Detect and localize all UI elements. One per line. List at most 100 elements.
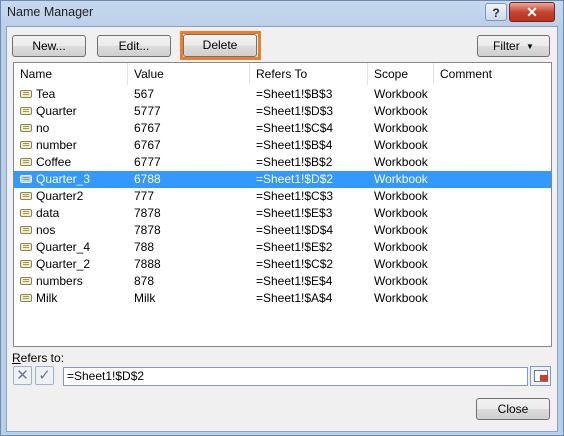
refers-to-cell: =Sheet1!$B$4	[256, 138, 333, 152]
defined-name-icon	[20, 107, 32, 115]
scope-cell: Workbook	[374, 104, 428, 118]
refers-to-cell: =Sheet1!$E$4	[256, 274, 333, 288]
name-cell: Quarter_3	[36, 172, 91, 186]
name-cell: Quarter_2	[36, 257, 91, 271]
defined-name-icon	[20, 294, 32, 302]
scope-cell: Workbook	[374, 87, 428, 101]
column-header-scope[interactable]: Scope	[368, 63, 434, 85]
edit-button-label: Edit...	[118, 39, 150, 53]
name-cell: no	[36, 121, 50, 135]
list-row[interactable]: numbers 878 =Sheet1!$E$4 Workbook	[14, 273, 551, 290]
defined-name-icon	[20, 158, 32, 166]
value-cell: 7878	[134, 223, 161, 237]
scope-cell: Workbook	[374, 291, 428, 305]
name-cell: Quarter_4	[36, 240, 91, 254]
refers-to-input[interactable]: =Sheet1!$D$2	[63, 367, 528, 386]
value-cell: 6788	[134, 172, 161, 186]
name-cell: data	[36, 206, 60, 220]
column-header-value[interactable]: Value	[128, 63, 250, 85]
value-cell: 6767	[134, 138, 161, 152]
list-row[interactable]: Quarter_2 7888 =Sheet1!$C$2 Workbook	[14, 256, 551, 273]
scope-cell: Workbook	[374, 189, 428, 203]
column-header-name[interactable]: Name	[14, 63, 128, 85]
value-cell: 788	[134, 240, 155, 254]
help-button[interactable]: ?	[485, 3, 507, 21]
name-cell: Quarter2	[36, 189, 84, 203]
checkmark-icon[interactable]: ✓	[35, 366, 54, 385]
new-button[interactable]: New...	[12, 35, 86, 57]
defined-name-icon	[20, 243, 32, 251]
scope-cell: Workbook	[374, 172, 428, 186]
name-cell: Coffee	[36, 155, 72, 169]
defined-name-icon	[20, 141, 32, 149]
list-row[interactable]: Coffee 6777 =Sheet1!$B$2 Workbook	[14, 154, 551, 171]
defined-name-icon	[20, 175, 32, 183]
refers-to-cell: =Sheet1!$B$2	[256, 155, 333, 169]
scope-cell: Workbook	[374, 138, 428, 152]
name-cell: numbers	[36, 274, 83, 288]
defined-name-icon	[20, 192, 32, 200]
refers-to-cell: =Sheet1!$A$4	[256, 291, 333, 305]
window-close-button[interactable]: ✕	[509, 2, 555, 22]
defined-name-icon	[20, 260, 32, 268]
column-header-comment[interactable]: Comment	[434, 63, 551, 85]
filter-button[interactable]: Filter ▼	[477, 35, 550, 57]
close-button[interactable]: Close	[476, 398, 550, 420]
defined-name-icon	[20, 124, 32, 132]
dropdown-arrow-icon: ▼	[526, 42, 534, 51]
scope-cell: Workbook	[374, 223, 428, 237]
scope-cell: Workbook	[374, 121, 428, 135]
filter-button-label: Filter	[493, 39, 520, 53]
list-row[interactable]: Quarter_3 6788 =Sheet1!$D$2 Workbook	[14, 171, 551, 188]
close-button-label: Close	[497, 402, 529, 416]
refers-to-cell: =Sheet1!$B$3	[256, 87, 333, 101]
list-row[interactable]: no 6767 =Sheet1!$C$4 Workbook	[14, 120, 551, 137]
names-list[interactable]: Name Value Refers To Scope Comment Tea 56…	[13, 62, 552, 347]
scope-cell: Workbook	[374, 257, 428, 271]
refers-to-cell: =Sheet1!$C$2	[256, 257, 334, 271]
scope-cell: Workbook	[374, 274, 428, 288]
cancel-x-icon[interactable]: ✕	[13, 366, 32, 385]
name-cell: Milk	[36, 291, 58, 305]
edit-button[interactable]: Edit...	[97, 35, 171, 57]
value-cell: 567	[134, 87, 155, 101]
collapse-dialog-icon[interactable]	[530, 366, 551, 386]
window-title: Name Manager	[7, 5, 94, 19]
defined-name-icon	[20, 277, 32, 285]
name-cell: Quarter	[36, 104, 77, 118]
refers-to-cell: =Sheet1!$D$2	[256, 172, 334, 186]
column-header-refers-to[interactable]: Refers To	[250, 63, 368, 85]
list-row[interactable]: Quarter2 777 =Sheet1!$C$3 Workbook	[14, 188, 551, 205]
name-cell: number	[36, 138, 77, 152]
list-row[interactable]: Quarter_4 788 =Sheet1!$E$2 Workbook	[14, 239, 551, 256]
refers-to-cell: =Sheet1!$C$4	[256, 121, 334, 135]
list-row[interactable]: Milk Milk =Sheet1!$A$4 Workbook	[14, 290, 551, 307]
list-row[interactable]: number 6767 =Sheet1!$B$4 Workbook	[14, 137, 551, 154]
value-cell: 7888	[134, 257, 161, 271]
list-row[interactable]: Tea 567 =Sheet1!$B$3 Workbook	[14, 86, 551, 103]
delete-highlight-box	[180, 31, 261, 60]
name-manager-dialog: Name Manager ? ✕ New... Edit... Delete F…	[0, 0, 564, 436]
value-cell: 6777	[134, 155, 161, 169]
value-cell: 7878	[134, 206, 161, 220]
name-cell: nos	[36, 223, 56, 237]
new-button-label: New...	[32, 39, 66, 53]
list-header: Name Value Refers To Scope Comment	[14, 63, 551, 85]
value-cell: 5777	[134, 104, 161, 118]
refers-to-cell: =Sheet1!$D$4	[256, 223, 334, 237]
list-row[interactable]: Quarter 5777 =Sheet1!$D$3 Workbook	[14, 103, 551, 120]
list-row[interactable]: data 7878 =Sheet1!$E$3 Workbook	[14, 205, 551, 222]
list-row[interactable]: nos 7878 =Sheet1!$D$4 Workbook	[14, 222, 551, 239]
refers-to-label: Refers to:	[12, 351, 65, 365]
scope-cell: Workbook	[374, 240, 428, 254]
value-cell: Milk	[134, 291, 156, 305]
defined-name-icon	[20, 90, 32, 98]
refers-to-cell: =Sheet1!$E$3	[256, 206, 333, 220]
value-cell: 777	[134, 189, 155, 203]
refers-to-cell: =Sheet1!$D$3	[256, 104, 334, 118]
refers-to-cell: =Sheet1!$C$3	[256, 189, 334, 203]
defined-name-icon	[20, 226, 32, 234]
refers-to-cell: =Sheet1!$E$2	[256, 240, 333, 254]
title-bar: Name Manager ? ✕	[1, 1, 563, 25]
value-cell: 6767	[134, 121, 161, 135]
